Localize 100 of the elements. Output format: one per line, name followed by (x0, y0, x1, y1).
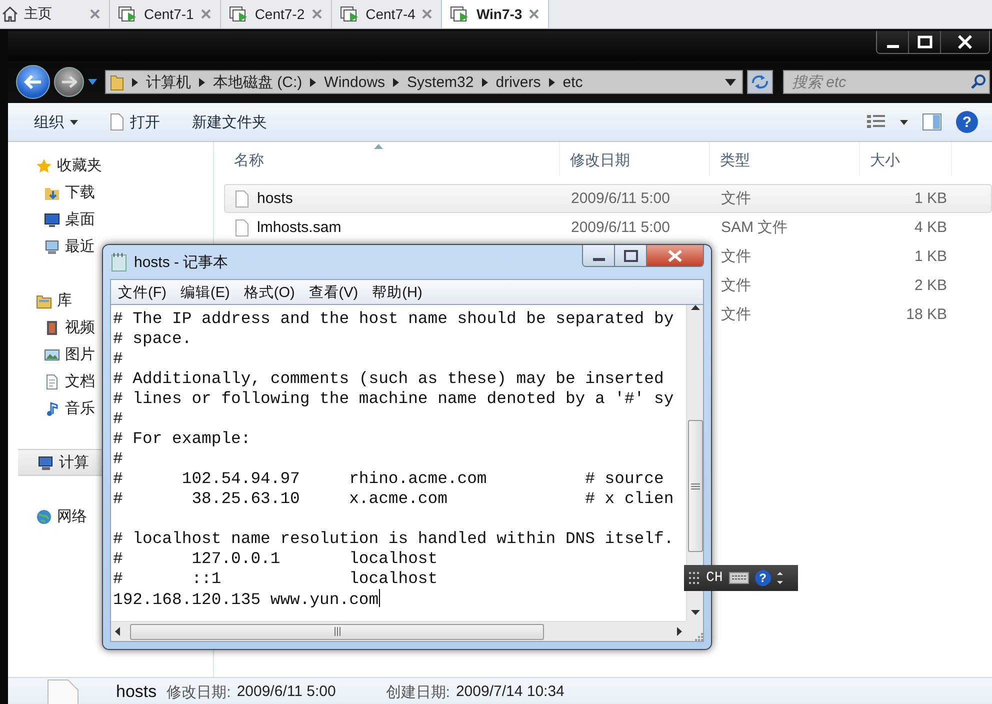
sidebar-item[interactable]: 网络 (36, 503, 87, 530)
breadcrumb-item[interactable]: System32 (407, 74, 474, 90)
chevron-right-icon (132, 78, 138, 86)
chevron-right-icon (482, 78, 488, 86)
maximize-icon (916, 35, 932, 49)
file-icon (46, 679, 80, 704)
address-bar[interactable]: 计算机 本地磁盘 (C:) Windows System32 drivers etc (105, 70, 743, 94)
date-cell-text: 2009/6/11 5:00 (570, 219, 671, 236)
breadcrumb-item[interactable]: etc (562, 74, 583, 90)
caret-icon[interactable] (88, 79, 97, 85)
folder-icon (110, 73, 124, 91)
breadcrumb-item[interactable]: 计算机 (146, 72, 191, 92)
computer-icon (44, 238, 60, 254)
grip-icon (334, 627, 340, 636)
tab[interactable]: 主页 (0, 0, 110, 28)
close-icon[interactable] (89, 8, 101, 20)
minimize-button[interactable] (583, 245, 615, 266)
sidebar-item[interactable]: 库 (36, 287, 72, 314)
keyboard-icon[interactable] (728, 572, 749, 584)
horizontal-scrollbar[interactable] (111, 621, 686, 641)
sidebar-item[interactable]: 收藏夹 (36, 152, 102, 179)
options-arrows-icon[interactable] (776, 571, 783, 585)
sidebar-item[interactable]: 视频 (44, 314, 95, 341)
type-cell-text: 文件 (720, 247, 752, 266)
caret-icon[interactable] (900, 120, 908, 124)
menu-item[interactable]: 文件(F) (113, 280, 172, 304)
toolbar-button[interactable]: 组织 (28, 110, 84, 134)
maximize-button[interactable] (909, 31, 941, 53)
arrow-down-icon (690, 610, 700, 615)
close-icon[interactable] (421, 8, 434, 20)
toolbar-button[interactable]: 打开 (104, 110, 166, 134)
menu-item[interactable]: 帮助(H) (367, 280, 428, 304)
type-cell-text: 文件 (720, 189, 752, 208)
menu-item[interactable]: 查看(V) (304, 280, 364, 304)
close-icon[interactable] (310, 8, 323, 20)
size-cell-text: 1 KB (913, 248, 948, 265)
toolbar-button[interactable]: 新建文件夹 (186, 110, 273, 134)
size-cell-text: 2 KB (913, 277, 948, 294)
menu-item[interactable]: 编辑(E) (176, 280, 235, 304)
sort-arrow-icon (374, 144, 383, 149)
close-icon[interactable] (200, 8, 212, 20)
arrow-right-icon (61, 76, 77, 88)
language-button[interactable]: CH (706, 570, 723, 586)
help-button[interactable]: ? (754, 570, 771, 586)
close-icon (957, 35, 973, 49)
sidebar-item[interactable]: 最近 (44, 233, 95, 260)
file-row[interactable]: 文件 1 KB (710, 242, 992, 271)
film-icon (44, 320, 60, 336)
breadcrumb-item[interactable]: 本地磁盘 (C:) (213, 72, 302, 92)
pane-icon (922, 113, 942, 131)
field-label: 创建日期: (386, 682, 450, 702)
preview-pane-button[interactable] (922, 113, 942, 131)
music-note-icon (44, 400, 60, 416)
sidebar-item[interactable]: 下载 (44, 179, 95, 206)
minimize-button[interactable] (877, 31, 909, 53)
menu-item[interactable]: 格式(O) (238, 280, 300, 304)
computer-icon (38, 454, 54, 470)
sidebar-item[interactable]: 音乐 (44, 395, 95, 422)
type-cell-text: 文件 (720, 305, 752, 324)
search-field[interactable]: 搜索 etc (783, 70, 990, 94)
monitor-icon (44, 212, 60, 228)
file-name: lmhosts.sam (257, 219, 342, 236)
tab[interactable]: Win7-3 (442, 0, 550, 28)
file-row[interactable]: lmhosts.sam 2009/6/11 5:00 SAM 文件 4 KB (224, 213, 992, 242)
chevron-right-icon (548, 78, 555, 86)
column-header[interactable]: 名称 (224, 142, 560, 176)
column-header[interactable]: 大小 (860, 142, 952, 176)
file-row[interactable]: 文件 2 KB (710, 271, 992, 300)
column-header[interactable]: 修改日期 (560, 142, 710, 176)
close-button[interactable] (941, 31, 989, 53)
sidebar-item[interactable]: 桌面 (44, 206, 95, 233)
view-options-button[interactable] (866, 114, 886, 130)
breadcrumb-item[interactable]: Windows (324, 74, 386, 90)
close-icon[interactable] (528, 8, 540, 20)
file-row[interactable]: 文件 18 KB (710, 300, 992, 329)
back-button[interactable] (16, 65, 50, 99)
vertical-scrollbar[interactable] (686, 305, 703, 621)
caret-icon (70, 120, 78, 124)
size-cell-text: 18 KB (905, 306, 948, 323)
chevron-right-icon (199, 78, 205, 86)
dropdown-caret-icon[interactable] (725, 78, 736, 86)
field-value: 2009/7/14 10:34 (456, 682, 564, 702)
arrow-left-icon (24, 75, 42, 89)
field-value: 2009/6/11 5:00 (236, 682, 336, 702)
date-cell-text: 2009/6/11 5:00 (570, 190, 671, 207)
sidebar-item[interactable]: 图片 (44, 341, 95, 368)
sidebar-item[interactable]: 文档 (44, 368, 95, 395)
help-button[interactable]: ? (956, 111, 978, 133)
sidebar-item[interactable]: 计算 (18, 449, 102, 476)
resize-grip-icon (693, 631, 703, 641)
column-header[interactable]: 类型 (710, 142, 860, 176)
file-name: hosts (116, 682, 157, 702)
refresh-button[interactable] (747, 70, 773, 94)
maximize-button[interactable] (615, 245, 647, 266)
arrow-up-icon (690, 305, 700, 310)
image-icon (44, 346, 60, 362)
search-icon (970, 74, 986, 90)
forward-button[interactable] (54, 67, 84, 97)
file-row[interactable]: hosts 2009/6/11 5:00 文件 1 KB (224, 184, 992, 213)
breadcrumb-item[interactable]: drivers (496, 74, 541, 90)
